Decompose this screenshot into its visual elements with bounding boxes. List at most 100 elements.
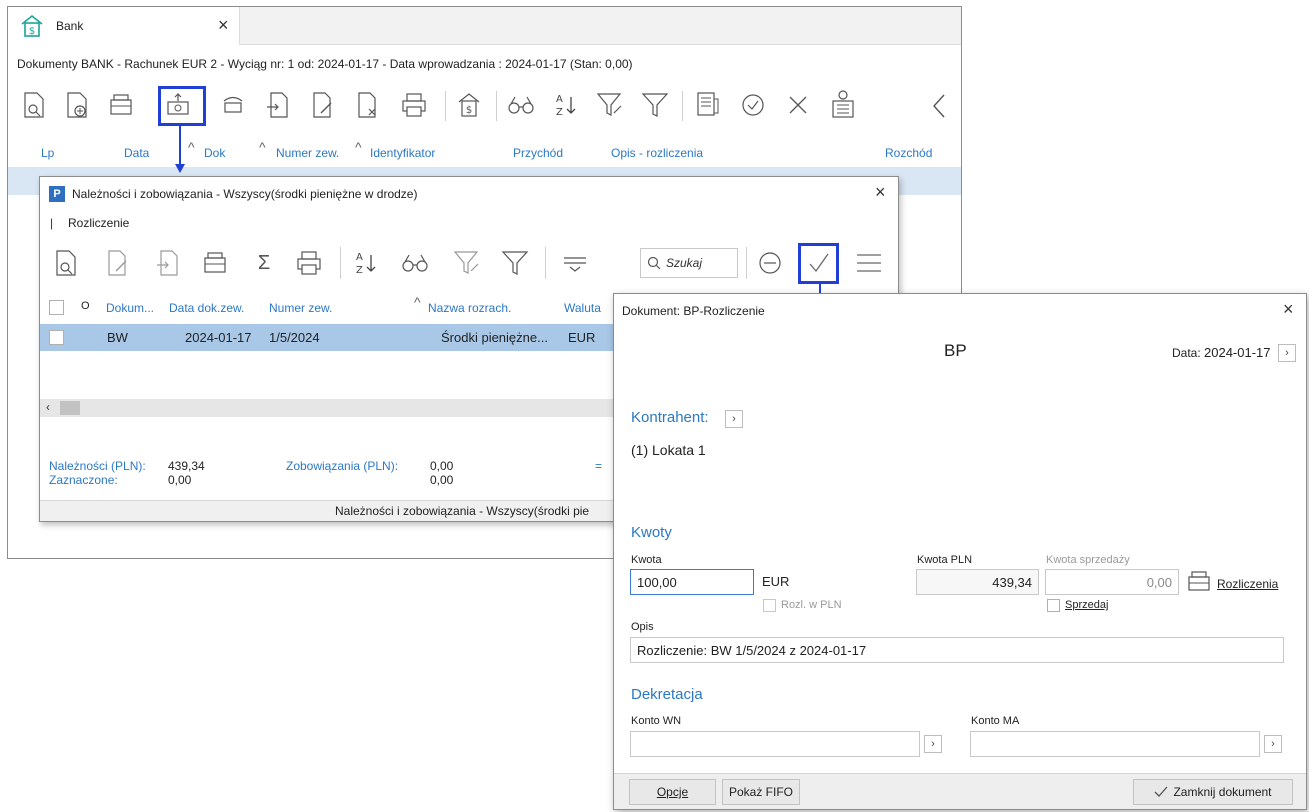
- chevron-left-icon[interactable]: [926, 91, 952, 121]
- search-box[interactable]: Szukaj: [640, 248, 738, 278]
- binoculars-icon[interactable]: [398, 247, 432, 279]
- delete-document-icon[interactable]: [353, 89, 383, 121]
- sprzedaj-checkbox[interactable]: [1047, 599, 1060, 612]
- preview-icon[interactable]: [52, 247, 80, 279]
- pokaz-fifo-label: Pokaż FIFO: [728, 785, 793, 799]
- dialog-footer: Opcje Pokaż FIFO Zamknij dokument: [614, 773, 1306, 809]
- rozliczenia-button[interactable]: Rozliczenia: [1217, 577, 1278, 591]
- zobowiazania-value: 0,00: [430, 459, 454, 473]
- import-document-icon[interactable]: [263, 89, 293, 121]
- cell-data-dok: 2024-01-17: [185, 330, 252, 345]
- close-icon[interactable]: ×: [875, 182, 886, 203]
- column-przychod[interactable]: Przychód: [513, 146, 563, 160]
- kwota-input[interactable]: 100,00: [630, 569, 754, 595]
- konto-ma-select-button[interactable]: ›: [1264, 735, 1282, 753]
- sort-az-icon[interactable]: AZ: [350, 247, 380, 279]
- kwota-pln-field[interactable]: 439,34: [916, 569, 1039, 595]
- toolbar-divider: [445, 91, 446, 121]
- edit-document-icon[interactable]: [308, 89, 338, 121]
- column-waluta[interactable]: Waluta: [564, 301, 601, 315]
- sum-icon[interactable]: Σ: [250, 247, 278, 279]
- konto-wn-input[interactable]: [630, 731, 920, 757]
- rozl-w-pln-label: Rozl. w PLN: [781, 599, 842, 611]
- list-options-icon[interactable]: [558, 247, 592, 279]
- filter-icon[interactable]: [638, 89, 672, 121]
- kontrahent-select-button[interactable]: ›: [725, 410, 743, 428]
- filter-edit-icon[interactable]: [593, 89, 627, 121]
- konto-wn-label: Konto WN: [631, 715, 682, 727]
- minus-circle-icon[interactable]: [754, 247, 786, 279]
- toolbar-divider: [746, 247, 747, 279]
- print-icon[interactable]: [293, 247, 325, 279]
- kontrahent-value: (1) Lokata 1: [631, 442, 706, 458]
- cell-waluta: EUR: [568, 330, 596, 345]
- preview-icon[interactable]: [20, 89, 48, 121]
- toolbar-divider: [340, 247, 341, 279]
- column-dokum[interactable]: Dokum...: [106, 301, 154, 315]
- svg-text:$: $: [29, 26, 35, 37]
- date-value: 2024-01-17: [1204, 345, 1271, 360]
- filter-icon[interactable]: [498, 247, 532, 279]
- date-label: Data:: [1172, 346, 1201, 360]
- search-input[interactable]: Szukaj: [666, 256, 702, 270]
- edit-document-icon[interactable]: [104, 247, 132, 279]
- sort-up-icon: ^: [414, 294, 421, 310]
- row-checkbox[interactable]: [49, 330, 64, 345]
- import-document-icon[interactable]: [154, 247, 182, 279]
- close-icon[interactable]: ×: [1283, 299, 1294, 320]
- tab-close-icon[interactable]: ×: [218, 15, 229, 36]
- calendar-icon[interactable]: [826, 87, 860, 121]
- cancel-icon[interactable]: [781, 89, 815, 121]
- print-icon[interactable]: [398, 89, 430, 121]
- naleznosci-value: 439,34: [168, 459, 205, 473]
- zamknij-label: Zamknij dokument: [1173, 785, 1272, 799]
- menu-rozliczenie[interactable]: Rozliczenie: [68, 216, 129, 230]
- menu-icon[interactable]: [852, 247, 886, 279]
- tab-bank[interactable]: $ Bank ×: [8, 7, 240, 45]
- opcje-button[interactable]: Opcje: [629, 779, 716, 805]
- opis-input[interactable]: Rozliczenie: BW 1/5/2024 z 2024-01-17: [630, 637, 1284, 663]
- column-nazwa[interactable]: Nazwa rozrach.: [428, 301, 511, 315]
- cash-box-icon[interactable]: [1186, 570, 1214, 594]
- statement-icon[interactable]: [691, 89, 725, 121]
- confirm-icon[interactable]: [736, 89, 770, 121]
- window-title: Należności i zobowiązania - Wszyscy(środ…: [72, 187, 418, 201]
- transfer-icon[interactable]: [218, 89, 248, 121]
- zaznaczone-value: 0,00: [168, 473, 192, 487]
- rozl-w-pln-checkbox[interactable]: [763, 599, 776, 612]
- sort-up-icon: ^: [355, 139, 362, 155]
- scroll-left-icon[interactable]: ‹: [46, 400, 50, 414]
- pokaz-fifo-button[interactable]: Pokaż FIFO: [722, 779, 800, 805]
- konto-ma-input[interactable]: [970, 731, 1260, 757]
- column-numer-zew[interactable]: Numer zew.: [276, 146, 339, 160]
- column-opis[interactable]: Opis - rozliczenia: [611, 146, 703, 160]
- cash-box-icon[interactable]: [106, 89, 136, 121]
- kwota-pln-label: Kwota PLN: [917, 554, 973, 566]
- filter-edit-icon[interactable]: [450, 247, 484, 279]
- add-document-icon[interactable]: [63, 89, 91, 121]
- document-header: Dokumenty BANK - Rachunek EUR 2 - Wyciąg…: [17, 57, 633, 71]
- check-icon: [1155, 786, 1168, 797]
- kwota-sprzedazy-field[interactable]: 0,00: [1045, 569, 1179, 595]
- cash-box-icon[interactable]: [200, 247, 230, 279]
- zamknij-dokument-button[interactable]: Zamknij dokument: [1133, 779, 1293, 805]
- sort-az-icon[interactable]: AZ: [548, 89, 582, 121]
- column-data[interactable]: Data: [124, 146, 149, 160]
- column-dok[interactable]: Dok: [204, 146, 225, 160]
- scrollbar-thumb[interactable]: [60, 401, 80, 415]
- column-lp[interactable]: Lp: [41, 146, 54, 160]
- column-numer-zew[interactable]: Numer zew.: [269, 301, 332, 315]
- select-all-checkbox[interactable]: [49, 300, 64, 315]
- zaznaczone-label: Zaznaczone:: [49, 473, 118, 487]
- toolbar-divider: [682, 91, 683, 121]
- konto-wn-select-button[interactable]: ›: [924, 735, 942, 753]
- column-identyfikator[interactable]: Identyfikator: [370, 146, 435, 160]
- bank-house-icon[interactable]: $: [454, 89, 484, 121]
- binoculars-icon[interactable]: [504, 89, 538, 121]
- kontrahent-header: Kontrahent:: [631, 409, 709, 426]
- dialog-title: Dokument: BP-Rozliczenie: [622, 304, 765, 318]
- column-data-dok[interactable]: Data dok.zew.: [169, 301, 244, 315]
- equals-sign: =: [595, 459, 603, 473]
- date-picker-button[interactable]: ›: [1278, 344, 1296, 362]
- column-rozchod[interactable]: Rozchód: [885, 146, 932, 160]
